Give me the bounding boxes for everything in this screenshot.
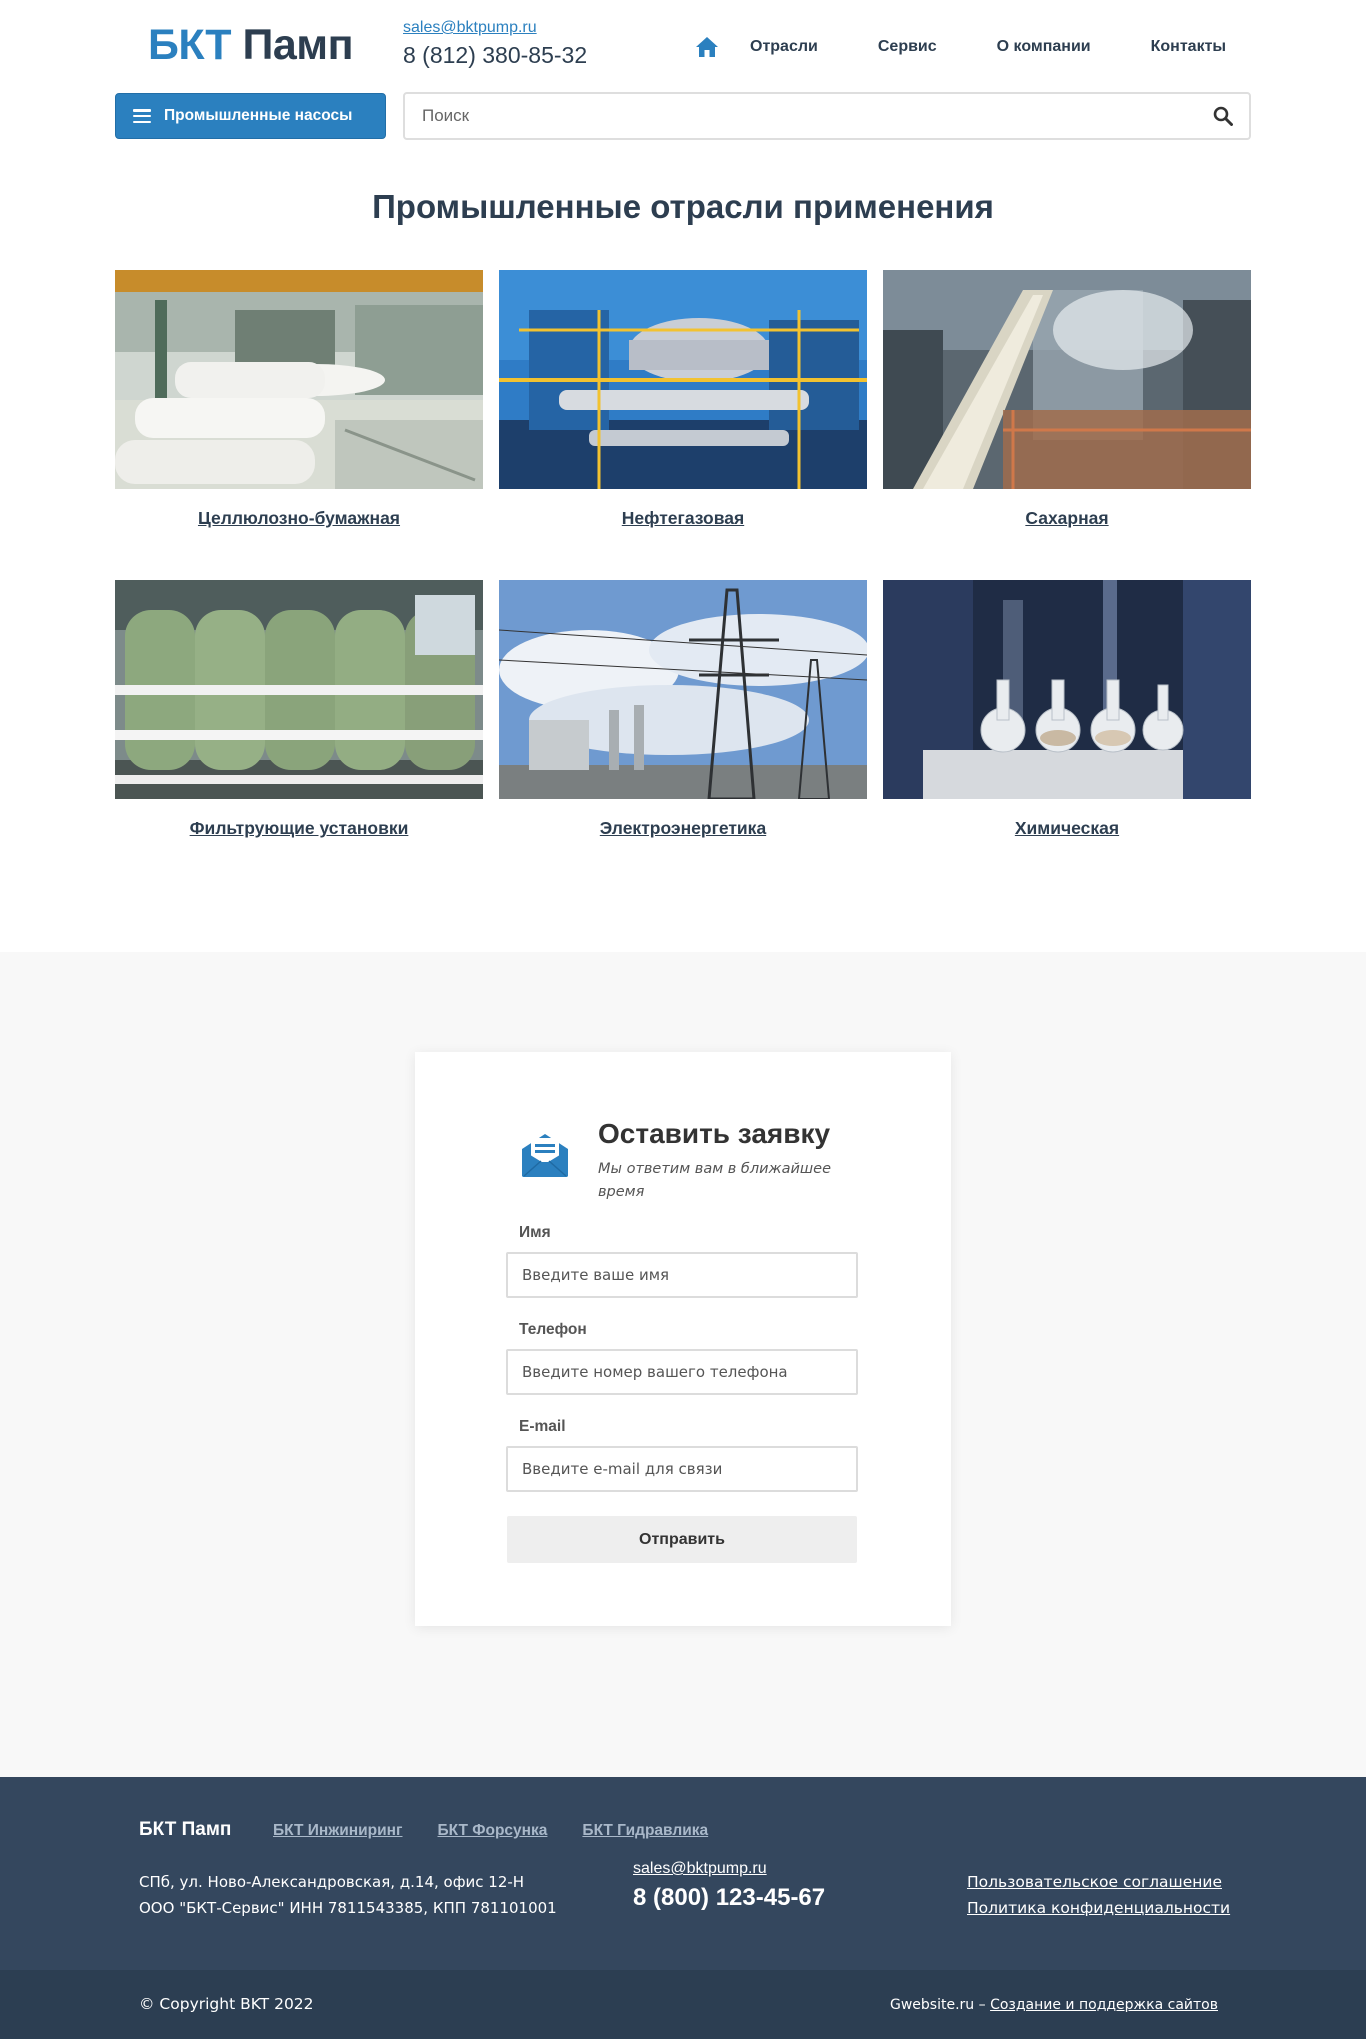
- industry-image-oil-gas[interactable]: [499, 270, 867, 489]
- industry-image-filtering[interactable]: [115, 580, 483, 799]
- industry-image-pulp-paper[interactable]: [115, 270, 483, 489]
- home-icon[interactable]: [690, 30, 724, 64]
- industry-card-pulp-paper[interactable]: Целлюлозно-бумажная: [115, 270, 483, 529]
- developer-link[interactable]: Создание и поддержка сайтов: [990, 1997, 1218, 2013]
- industry-link-pulp-paper[interactable]: Целлюлозно-бумажная: [115, 508, 483, 529]
- name-field-wrap: [506, 1252, 858, 1298]
- industries-title: Промышленные отрасли применения: [372, 188, 994, 225]
- privacy-policy-link[interactable]: Политика конфиденциальности: [967, 1895, 1230, 1921]
- footer-brand[interactable]: БКТ Памп: [139, 1819, 231, 1841]
- footer-bottom-bar: © Copyright BKT 2022 Gwebsite.ru – Созда…: [0, 1970, 1366, 2039]
- footer-company-details: ООО "БКТ-Сервис" ИНН 7811543385, КПП 781…: [139, 1899, 557, 1917]
- form-title: Оставить заявку: [598, 1118, 831, 1149]
- main-nav: Отрасли Сервис О компании Контакты: [690, 30, 1226, 64]
- phone-field-label: Телефон: [519, 1321, 587, 1338]
- user-agreement-link[interactable]: Пользовательское соглашение: [967, 1869, 1230, 1895]
- industry-link-filtering[interactable]: Фильтрующие установки: [115, 818, 483, 839]
- nav-item-about[interactable]: О компании: [997, 38, 1091, 56]
- search-icon[interactable]: [1213, 106, 1233, 126]
- email-field-label: E-mail: [519, 1418, 566, 1435]
- footer-link-engineering[interactable]: БКТ Инжиниринг: [273, 1822, 403, 1840]
- industry-card-chemical[interactable]: Химическая: [883, 580, 1251, 839]
- industry-image-sugar[interactable]: [883, 270, 1251, 489]
- industry-card-oil-gas[interactable]: Нефтегазовая: [499, 270, 867, 529]
- copyright-text: © Copyright BKT 2022: [139, 1995, 314, 2013]
- email-field[interactable]: [508, 1448, 856, 1490]
- logo-text-primary: БКТ: [148, 21, 232, 69]
- submit-button[interactable]: Отправить: [507, 1516, 857, 1563]
- footer-legal-links: Пользовательское соглашение Политика кон…: [967, 1869, 1230, 1921]
- name-field[interactable]: [508, 1254, 856, 1296]
- name-field-label: Имя: [519, 1224, 551, 1241]
- footer-contacts: sales@bktpump.ru 8 (800) 123-45-67: [633, 1860, 825, 1912]
- header-phone[interactable]: 8 (812) 380-85-32: [403, 40, 587, 70]
- nav-item-contacts[interactable]: Контакты: [1151, 38, 1226, 56]
- request-form-card: Оставить заявку Мы ответим вам в ближайш…: [415, 1052, 951, 1626]
- logo-text-secondary: Памп: [242, 21, 354, 69]
- industry-image-power[interactable]: [499, 580, 867, 799]
- developer-credit: Gwebsite.ru – Создание и поддержка сайто…: [890, 1997, 1218, 2013]
- form-subtitle: Мы ответим вам в ближайшее время: [598, 1161, 832, 1200]
- site-footer: БКТ Памп БКТ Инжиниринг БКТ Форсунка БКТ…: [0, 1777, 1366, 1970]
- site-header: БКТ Памп sales@bktpump.ru 8 (812) 380-85…: [0, 0, 1366, 150]
- footer-phone[interactable]: 8 (800) 123-45-67: [633, 1884, 825, 1912]
- footer-link-nozzle[interactable]: БКТ Форсунка: [438, 1822, 548, 1840]
- hamburger-icon: [133, 109, 151, 123]
- industry-image-chemical[interactable]: [883, 580, 1251, 799]
- request-section: Оставить заявку Мы ответим вам в ближайш…: [0, 952, 1366, 1777]
- footer-link-hydraulics[interactable]: БКТ Гидравлика: [582, 1822, 708, 1840]
- phone-field[interactable]: [508, 1351, 856, 1393]
- search-input[interactable]: [405, 94, 1185, 138]
- industry-link-oil-gas[interactable]: Нефтегазовая: [499, 508, 867, 529]
- nav-item-service[interactable]: Сервис: [878, 38, 937, 56]
- header-email-link[interactable]: sales@bktpump.ru: [403, 18, 587, 38]
- email-field-wrap: [506, 1446, 858, 1492]
- catalog-menu-label: Промышленные насосы: [164, 107, 353, 124]
- footer-partner-links: БКТ Инжиниринг БКТ Форсунка БКТ Гидравли…: [273, 1822, 743, 1840]
- search-bar: [403, 92, 1251, 140]
- industry-link-power[interactable]: Электроэнергетика: [499, 818, 867, 839]
- site-logo[interactable]: БКТ Памп: [148, 20, 354, 70]
- form-header: Оставить заявку Мы ответим вам в ближайш…: [519, 1118, 859, 1208]
- footer-address: СПб, ул. Ново-Александровская, д.14, офи…: [139, 1869, 557, 1921]
- industry-card-power[interactable]: Электроэнергетика: [499, 580, 867, 839]
- phone-field-wrap: [506, 1349, 858, 1395]
- industry-link-chemical[interactable]: Химическая: [883, 818, 1251, 839]
- industry-card-filtering[interactable]: Фильтрующие установки: [115, 580, 483, 839]
- developer-prefix: Gwebsite.ru –: [889, 1997, 986, 2013]
- footer-email-link[interactable]: sales@bktpump.ru: [633, 1860, 825, 1878]
- nav-item-industries[interactable]: Отрасли: [750, 38, 818, 56]
- industry-link-sugar[interactable]: Сахарная: [883, 508, 1251, 529]
- footer-address-line: СПб, ул. Ново-Александровская, д.14, офи…: [139, 1873, 525, 1891]
- catalog-menu-button[interactable]: Промышленные насосы: [115, 93, 386, 139]
- envelope-icon: [519, 1130, 571, 1178]
- industry-card-sugar[interactable]: Сахарная: [883, 270, 1251, 529]
- header-contacts: sales@bktpump.ru 8 (812) 380-85-32: [403, 18, 587, 70]
